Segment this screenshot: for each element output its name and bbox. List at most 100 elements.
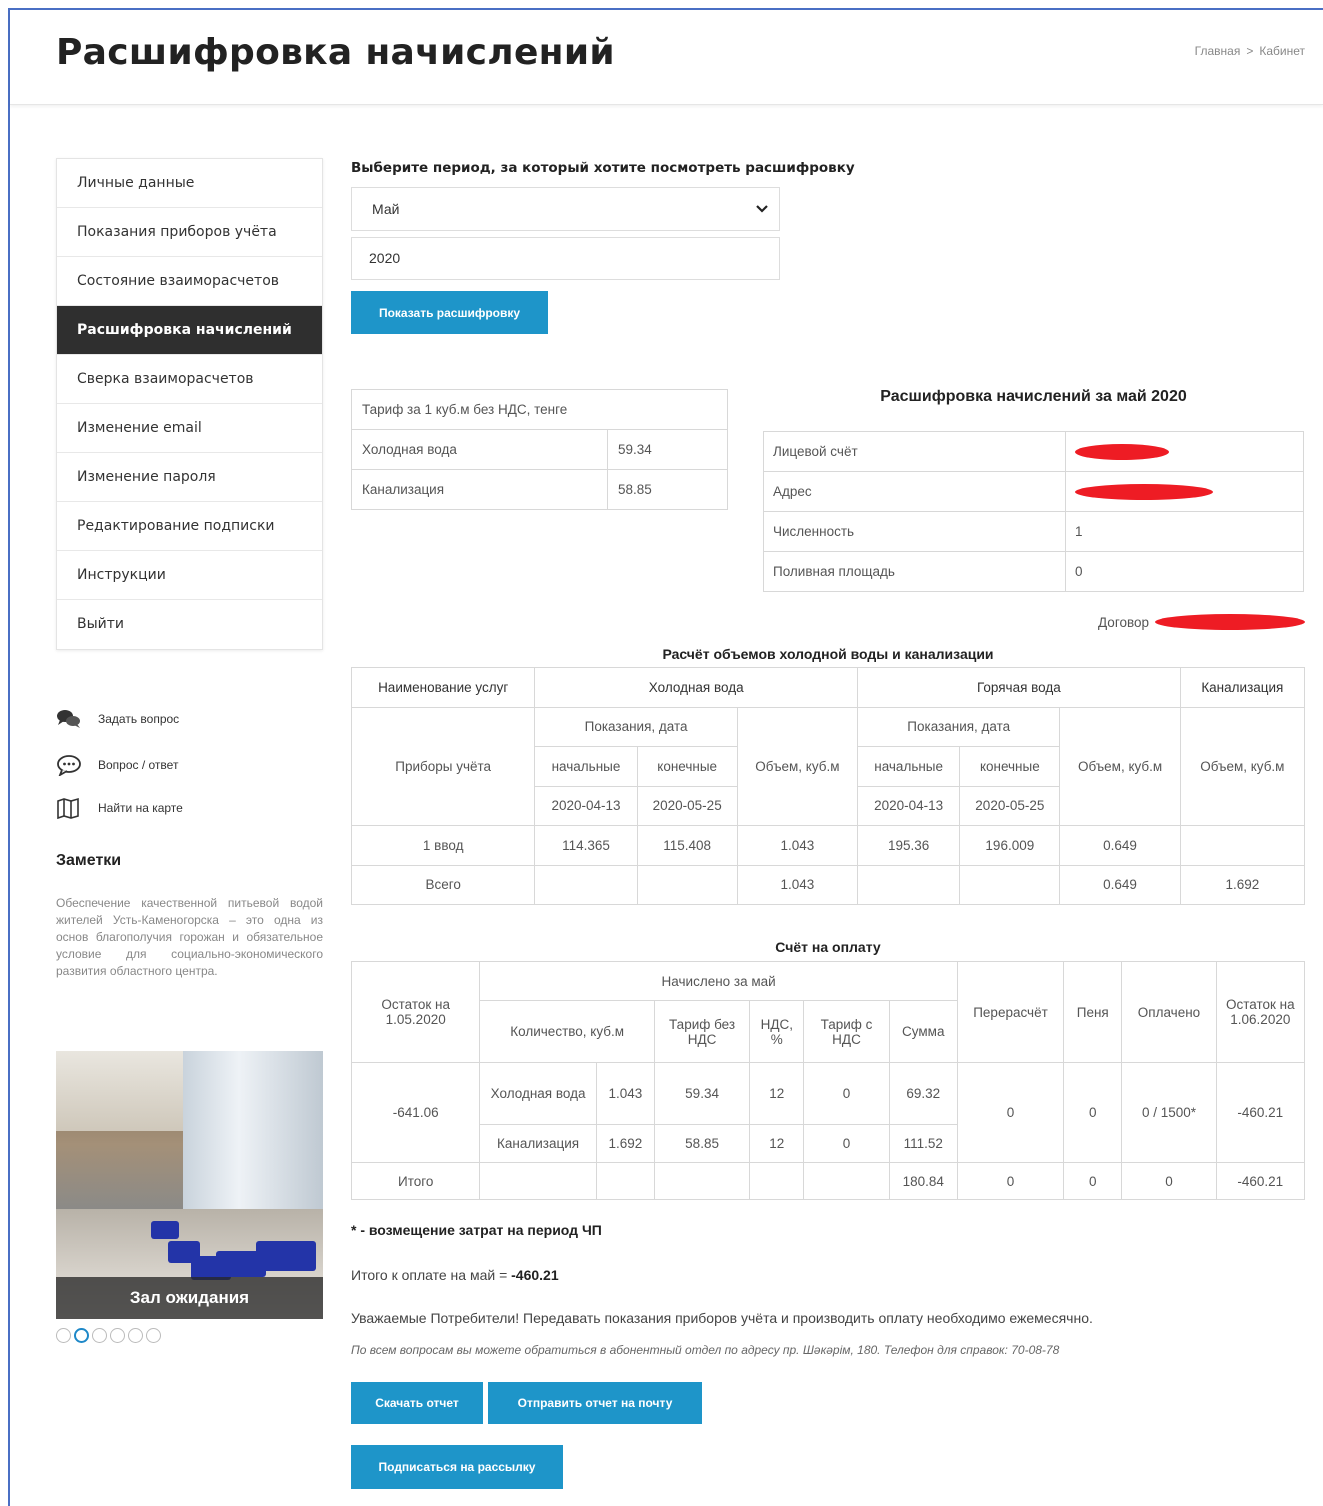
cell: 58.85 <box>653 1124 751 1163</box>
info-value: 1 <box>1065 511 1304 552</box>
sidebar-item-instructions[interactable]: Инструкции <box>57 551 322 600</box>
info-key: Адрес <box>763 471 1066 512</box>
bill-table: Остаток на 1.05.2020 Начислено за май Пе… <box>350 961 1306 1200</box>
decode-title: Расшифровка начислений за май 2020 <box>880 388 1187 405</box>
col-header: Горячая вода <box>857 667 1181 708</box>
col-header: Канализация <box>1179 667 1306 708</box>
breadcrumb-separator: > <box>1246 44 1254 58</box>
date-cell: 2020-05-25 <box>959 785 1061 826</box>
carousel-dot[interactable] <box>146 1328 161 1343</box>
cell: Итого <box>350 1162 481 1200</box>
carousel-dot[interactable] <box>56 1328 71 1343</box>
col-header: Начислено за май <box>479 961 958 1001</box>
col-header: Показания, дата <box>857 706 1061 747</box>
speech-bubble-icon <box>57 755 81 776</box>
cell: 0.649 <box>1059 864 1181 905</box>
sidebar-item-meter-readings[interactable]: Показания приборов учёта <box>57 208 322 257</box>
sidebar-item-settlement-status[interactable]: Состояние взаиморасчетов <box>57 257 322 306</box>
sidebar-item-change-email[interactable]: Изменение email <box>57 404 322 453</box>
breadcrumb-home-link[interactable]: Главная <box>1195 44 1241 58</box>
table-row: 1 ввод 114.365 115.408 1.043 195.36 196.… <box>350 825 1306 866</box>
photo-seat <box>256 1241 316 1271</box>
cell: 0 <box>956 1162 1065 1200</box>
sidebar-item-edit-subscription[interactable]: Редактирование подписки <box>57 502 322 551</box>
month-select[interactable]: Май <box>351 187 780 231</box>
carousel-dot[interactable] <box>110 1328 125 1343</box>
tariff-header: Тариф за 1 куб.м без НДС, тенге <box>351 389 728 430</box>
emergency-note: * - возмещение затрат на период ЧП <box>351 1222 602 1238</box>
breadcrumb: Главная > Кабинет <box>1195 44 1305 58</box>
subscribe-button[interactable]: Подписаться на рассылку <box>351 1445 563 1489</box>
cell: Канализация <box>479 1124 597 1163</box>
cell: 0.649 <box>1059 825 1181 866</box>
sidebar-item-reconciliation[interactable]: Сверка взаиморасчетов <box>57 355 322 404</box>
faq-link[interactable]: Вопрос / ответ <box>56 742 323 788</box>
redaction-mark <box>1075 483 1213 500</box>
cell: 180.84 <box>888 1162 958 1200</box>
col-header: начальные <box>534 746 638 787</box>
sidebar-menu: Личные данные Показания приборов учёта С… <box>56 158 323 650</box>
sidebar-item-logout[interactable]: Выйти <box>57 600 322 649</box>
col-header: Пеня <box>1063 961 1123 1063</box>
col-header: Объем, куб.м <box>1179 706 1306 826</box>
carousel-dot-active[interactable] <box>74 1328 89 1343</box>
cell: 12 <box>749 1124 805 1163</box>
find-on-map-label: Найти на карте <box>98 801 183 815</box>
waiting-room-photo[interactable]: Зал ожидания <box>56 1051 323 1319</box>
month-select-value: Май <box>372 201 400 217</box>
ask-question-link[interactable]: Задать вопрос <box>56 696 323 742</box>
contact-info: По всем вопросам вы можете обратиться в … <box>351 1343 1060 1357</box>
cell: -641.06 <box>350 1062 481 1163</box>
col-header: конечные <box>636 746 738 787</box>
carousel-dot[interactable] <box>92 1328 107 1343</box>
cell <box>959 864 1061 905</box>
sidebar-item-personal-data[interactable]: Личные данные <box>57 159 322 208</box>
map-icon <box>57 797 79 819</box>
download-report-button[interactable]: Скачать отчет <box>351 1382 483 1424</box>
cell <box>803 1162 890 1200</box>
col-header: Холодная вода <box>534 667 859 708</box>
date-cell: 2020-04-13 <box>534 785 638 826</box>
cell: 195.36 <box>857 825 961 866</box>
sidebar-item-change-password[interactable]: Изменение пароля <box>57 453 322 502</box>
date-cell: 2020-05-25 <box>636 785 738 826</box>
carousel-dot[interactable] <box>128 1328 143 1343</box>
breadcrumb-cabinet[interactable]: Кабинет <box>1259 44 1305 58</box>
page-title: Расшифровка начислений <box>56 32 615 73</box>
cell <box>534 864 638 905</box>
cell: 0 <box>803 1062 890 1125</box>
redaction-mark <box>1075 443 1169 460</box>
info-key: Поливная площадь <box>763 551 1066 592</box>
show-breakdown-button[interactable]: Показать расшифровку <box>351 291 548 334</box>
contract-line: Договор <box>1098 614 1305 630</box>
tariff-value: 58.85 <box>607 469 728 510</box>
notes-title: Заметки <box>56 852 122 869</box>
col-header: конечные <box>959 746 1061 787</box>
photo-caption: Зал ожидания <box>56 1277 323 1319</box>
cell: 114.365 <box>534 825 638 866</box>
year-input[interactable]: 2020 <box>351 237 780 280</box>
photo-seat <box>151 1221 179 1239</box>
find-on-map-link[interactable]: Найти на карте <box>56 788 323 828</box>
tariff-name: Холодная вода <box>351 429 608 470</box>
total-due-value: -460.21 <box>511 1267 559 1283</box>
cell <box>479 1162 597 1200</box>
page-header: Расшифровка начислений Главная > Кабинет <box>10 10 1323 105</box>
chevron-down-icon <box>756 205 768 213</box>
faq-label: Вопрос / ответ <box>98 758 179 772</box>
cell: 1.692 <box>595 1124 655 1163</box>
email-report-button[interactable]: Отправить отчет на почту <box>488 1382 702 1424</box>
tariff-name: Канализация <box>351 469 608 510</box>
table-row: Итого 180.84 0 0 0 -460.21 <box>350 1162 1306 1200</box>
redaction-mark <box>1155 614 1305 630</box>
cell: -460.21 <box>1215 1062 1306 1163</box>
cell: 196.009 <box>959 825 1061 866</box>
notes-text: Обеспечение качественной питьевой водой … <box>56 896 323 978</box>
col-header: Наименование услуг <box>350 667 536 708</box>
sidebar-item-charges-breakdown[interactable]: Расшифровка начислений <box>57 306 322 355</box>
account-info-table: Лицевой счёт Адрес Численность 1 Поливная… <box>763 431 1304 592</box>
info-value: 0 <box>1065 551 1304 592</box>
col-header: Показания, дата <box>534 706 738 747</box>
cell: 115.408 <box>636 825 738 866</box>
cell: 69.32 <box>888 1062 958 1125</box>
